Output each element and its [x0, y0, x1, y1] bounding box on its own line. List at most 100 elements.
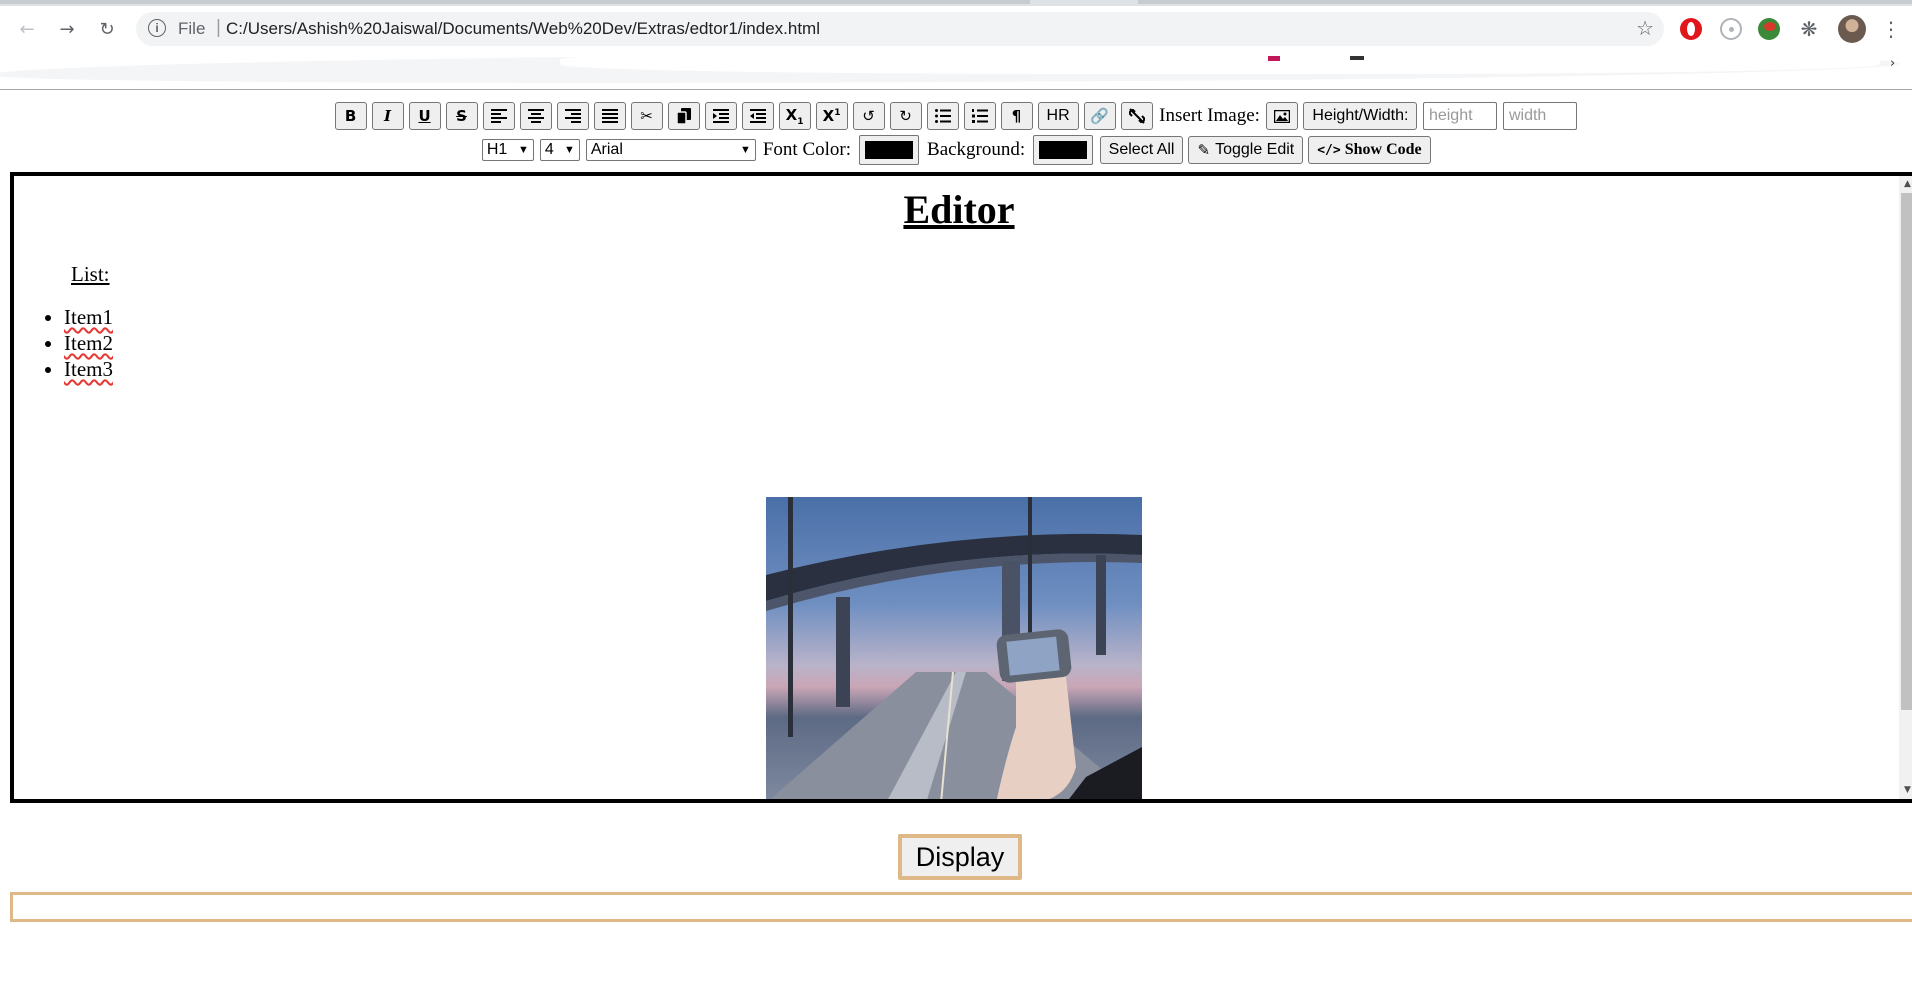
- bookmarks-bar: ›: [0, 50, 1912, 90]
- chrome-divider: [0, 89, 1912, 90]
- outdent-icon: [749, 109, 766, 123]
- font-color-picker[interactable]: [859, 135, 920, 165]
- bullet-list-icon: [934, 109, 951, 123]
- scroll-up-icon[interactable]: ▲: [1899, 176, 1912, 193]
- outdent-button[interactable]: [741, 102, 774, 130]
- indent-icon: [712, 109, 729, 123]
- scroll-down-icon[interactable]: ▼: [1899, 782, 1912, 799]
- ordered-list-button[interactable]: [963, 102, 996, 130]
- list-item[interactable]: Item2: [64, 330, 113, 356]
- copy-button[interactable]: [667, 102, 700, 130]
- edit-icon: ✎: [1197, 142, 1211, 159]
- link-icon: 🔗: [1090, 107, 1109, 125]
- background-label: Background:: [927, 139, 1026, 160]
- indent-button[interactable]: [704, 102, 737, 130]
- back-arrow-icon[interactable]: ←: [14, 16, 40, 42]
- height-width-button[interactable]: Height/Width:: [1303, 102, 1418, 130]
- bold-button[interactable]: B: [334, 102, 367, 130]
- url-text[interactable]: C:/Users/Ashish%20Jaiswal/Documents/Web%…: [226, 19, 820, 39]
- width-input[interactable]: width: [1502, 102, 1577, 130]
- scrollbar-thumb[interactable]: [1901, 193, 1912, 710]
- superscript-button[interactable]: X1: [815, 102, 848, 130]
- chevron-down-icon: ▼: [517, 144, 529, 156]
- copy-icon: [676, 108, 691, 124]
- react-devtools-icon[interactable]: [1720, 18, 1742, 40]
- formatting-toolbar: B I U S ✂ X1 X1 ↺ ↻ ¶ HR 🔗 Insert Image:…: [0, 100, 1912, 132]
- scheme-separator: |: [216, 17, 221, 38]
- extensions-puzzle-icon[interactable]: ❋: [1798, 18, 1820, 40]
- opera-extension-icon[interactable]: [1680, 18, 1702, 40]
- bookmark-favicon[interactable]: [1350, 56, 1364, 60]
- tab-strip-edge: [0, 0, 1030, 4]
- list-item[interactable]: Item3: [64, 356, 113, 382]
- subscript-icon: X1: [785, 105, 804, 127]
- show-code-button[interactable]: </> Show Code: [1308, 136, 1431, 164]
- show-code-label: Show Code: [1344, 141, 1422, 158]
- globe-extension-icon[interactable]: [1758, 18, 1780, 40]
- chrome-menu-icon[interactable]: ⋮: [1880, 18, 1902, 40]
- justify-button[interactable]: [593, 102, 626, 130]
- bookmark-favicon[interactable]: [1268, 56, 1280, 61]
- inserted-image[interactable]: [766, 497, 1142, 799]
- insert-image-label: Insert Image:: [1159, 105, 1260, 126]
- heading-select[interactable]: H1 ▼: [481, 139, 534, 161]
- background-color-picker[interactable]: [1033, 135, 1094, 165]
- font-color-swatch: [865, 141, 914, 159]
- unlink-icon: [1128, 108, 1145, 124]
- cut-button[interactable]: ✂: [630, 102, 663, 130]
- bookmarks-overflow-icon[interactable]: ›: [1890, 56, 1895, 71]
- align-justify-icon: [601, 109, 618, 123]
- redacted-bookmarks: [560, 50, 1880, 74]
- background-color-swatch: [1039, 141, 1088, 159]
- heading-select-value: H1: [486, 141, 508, 158]
- editor-scrollbar[interactable]: ▲ ▼: [1899, 176, 1912, 799]
- display-output: [10, 892, 1912, 922]
- underline-button[interactable]: U: [408, 102, 441, 130]
- bookmark-star-icon[interactable]: ☆: [1636, 16, 1654, 40]
- list-item[interactable]: Item1: [64, 304, 113, 330]
- insert-image-button[interactable]: [1266, 102, 1299, 130]
- tab-strip-edge: [1138, 0, 1912, 4]
- display-button[interactable]: Display: [898, 834, 1022, 880]
- font-size-select[interactable]: 4 ▼: [539, 139, 580, 161]
- italic-button[interactable]: I: [371, 102, 404, 130]
- profile-avatar[interactable]: [1838, 15, 1866, 43]
- hr-button[interactable]: HR: [1037, 102, 1079, 130]
- align-center-button[interactable]: [519, 102, 552, 130]
- editor-area[interactable]: Editor List: Item1 Item2 Item3: [10, 172, 1912, 803]
- style-toolbar: H1 ▼ 4 ▼ Arial ▼ Font Color: Background:…: [0, 135, 1912, 165]
- chevron-down-icon: ▼: [739, 144, 751, 156]
- subscript-button[interactable]: X1: [778, 102, 811, 130]
- scissors-icon: ✂: [640, 107, 653, 125]
- unordered-list-button[interactable]: [926, 102, 959, 130]
- scheme-label: File: [178, 19, 206, 38]
- align-center-icon: [527, 109, 544, 123]
- list-label[interactable]: List:: [71, 262, 110, 287]
- browser-toolbar: ← → ↻ i File | C:/Users/Ashish%20Jaiswal…: [0, 6, 1912, 50]
- align-right-button[interactable]: [556, 102, 589, 130]
- reload-icon[interactable]: ↻: [94, 16, 120, 42]
- image-icon: [1274, 109, 1291, 123]
- undo-button[interactable]: ↺: [852, 102, 885, 130]
- paragraph-button[interactable]: ¶: [1000, 102, 1033, 130]
- forward-arrow-icon[interactable]: →: [54, 16, 80, 42]
- redo-icon: ↻: [899, 107, 912, 125]
- align-left-icon: [490, 109, 507, 123]
- numbered-list-icon: [971, 109, 988, 123]
- font-family-select[interactable]: Arial ▼: [585, 139, 756, 161]
- height-input[interactable]: height: [1422, 102, 1497, 130]
- strikethrough-button[interactable]: S: [445, 102, 478, 130]
- redo-button[interactable]: ↻: [889, 102, 922, 130]
- unlink-button[interactable]: [1120, 102, 1153, 130]
- chevron-down-icon: ▼: [563, 144, 575, 156]
- align-left-button[interactable]: [482, 102, 515, 130]
- info-icon[interactable]: i: [148, 19, 166, 37]
- editor-heading[interactable]: Editor: [14, 186, 1904, 233]
- code-icon: </>: [1317, 142, 1341, 158]
- font-color-label: Font Color:: [762, 139, 852, 160]
- select-all-button[interactable]: Select All: [1099, 136, 1184, 164]
- toggle-edit-button[interactable]: ✎ Toggle Edit: [1188, 136, 1304, 164]
- link-button[interactable]: 🔗: [1083, 102, 1116, 130]
- address-bar[interactable]: i File | C:/Users/Ashish%20Jaiswal/Docum…: [136, 12, 1664, 46]
- superscript-icon: X1: [822, 107, 841, 125]
